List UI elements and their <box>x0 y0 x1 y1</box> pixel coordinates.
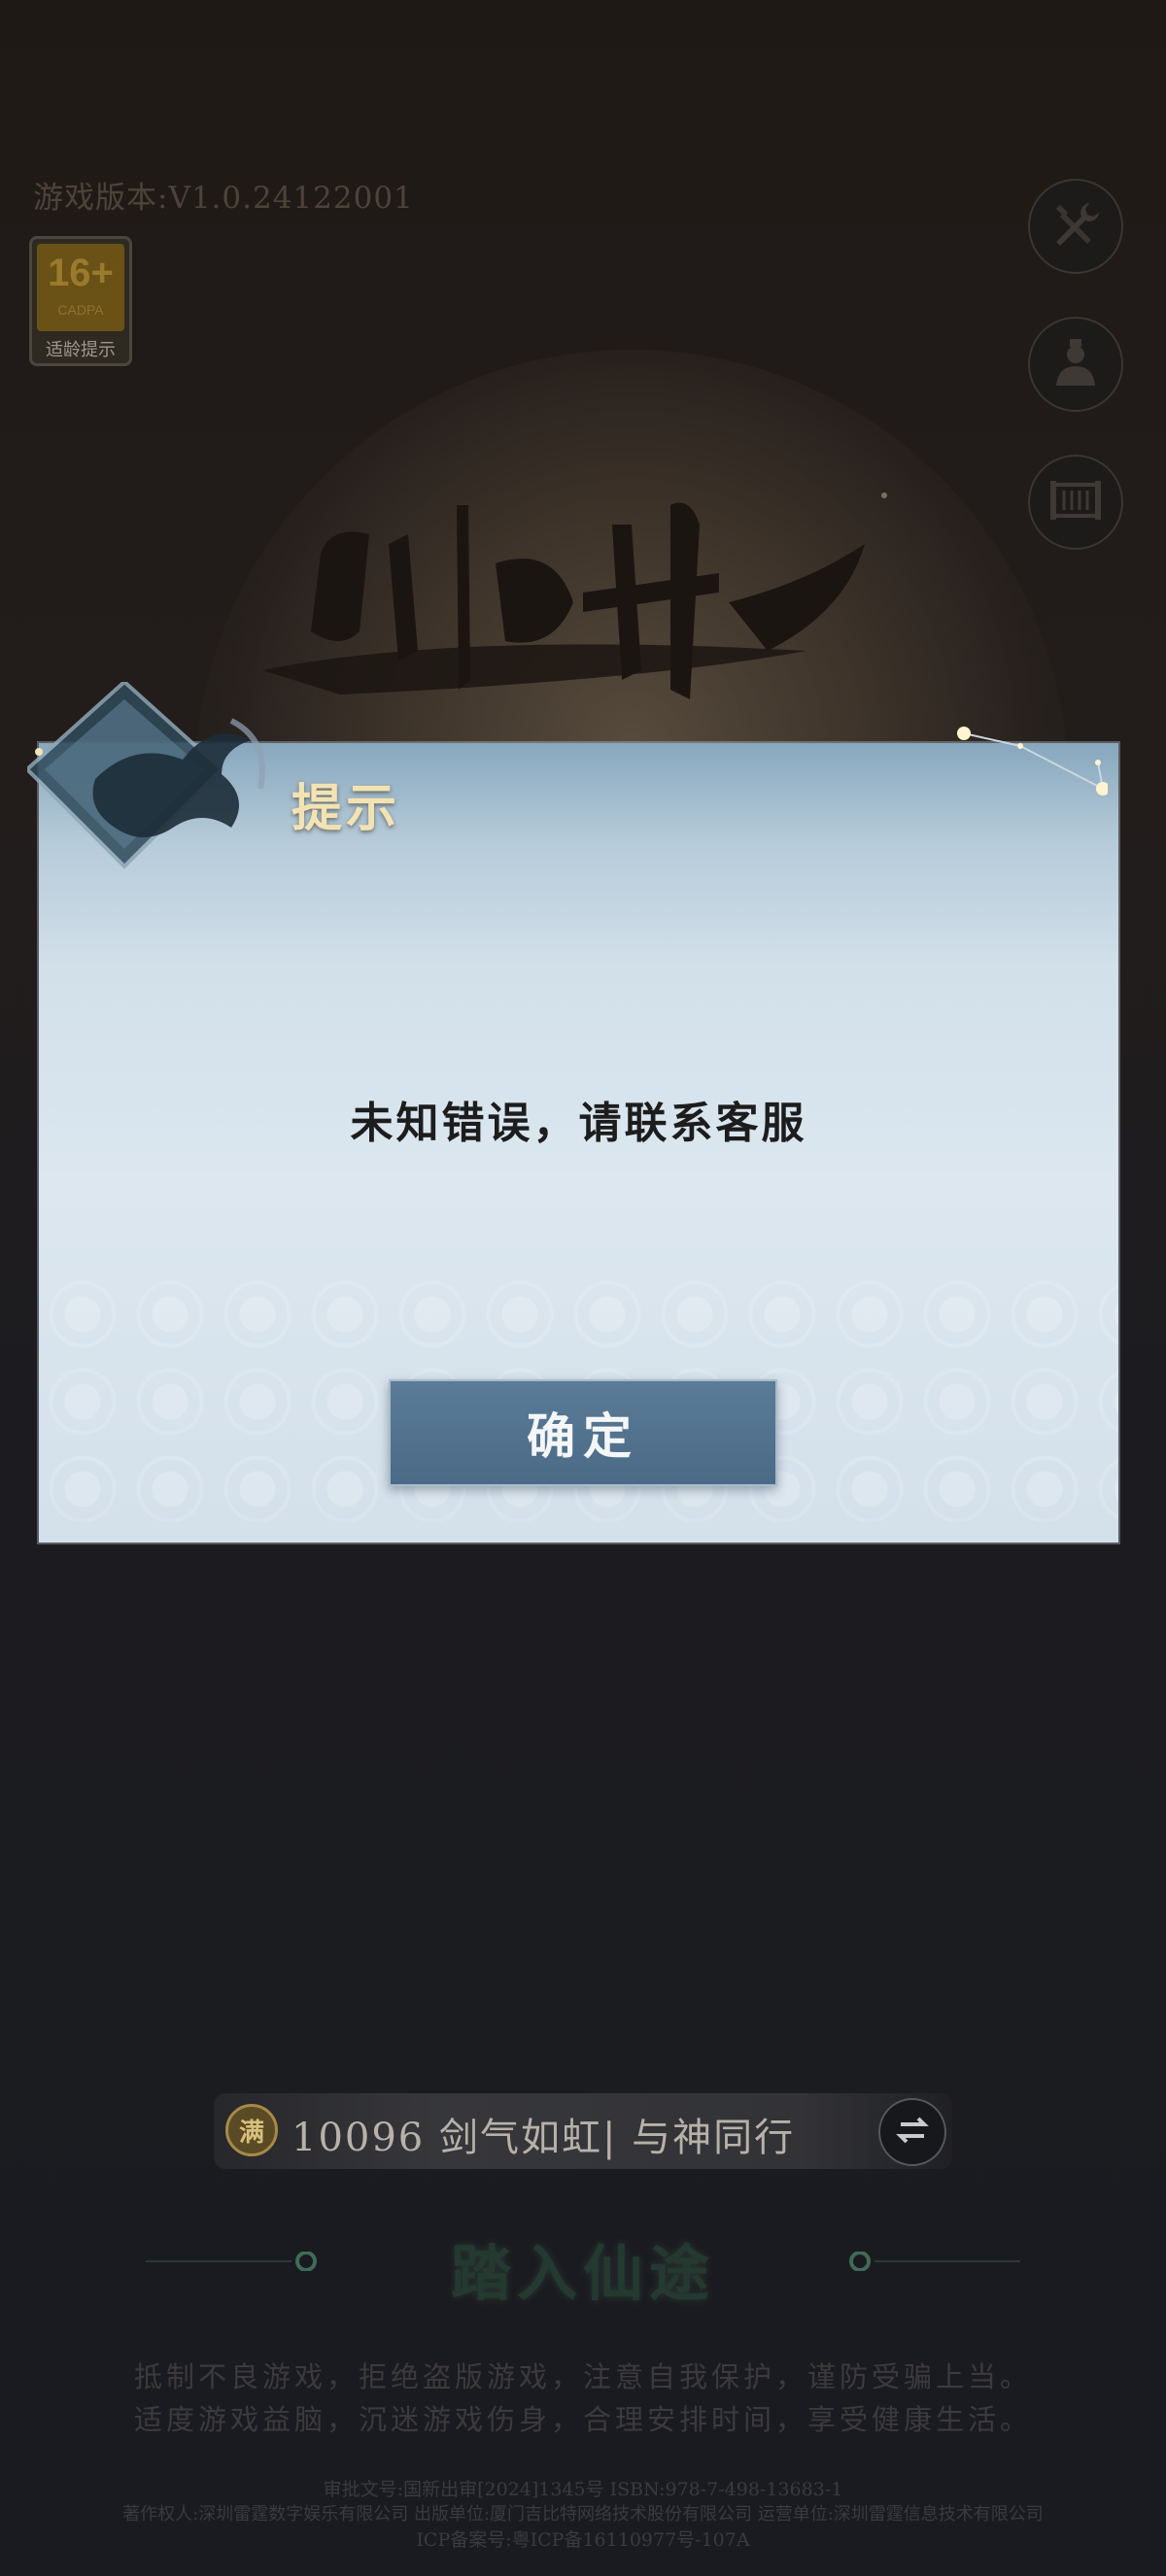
enter-left-ornament <box>146 2252 317 2271</box>
switch-server-button[interactable] <box>878 2098 946 2166</box>
game-version: 游戏版本:V1.0.24122001 <box>33 181 414 216</box>
confirm-button[interactable]: 确定 <box>389 1379 777 1486</box>
legal-approval: 审批文号:国新出审[2024]1345号 ISBN:978-7-498-1368… <box>323 2479 843 2500</box>
age-rating-mark: 16+ CADPA <box>37 244 124 331</box>
announcement-button[interactable] <box>1028 455 1123 550</box>
age-rating-org: CADPA <box>57 302 104 318</box>
server-name[interactable]: 10096 剑气如虹| 与神同行 <box>292 2106 795 2162</box>
age-rating-number: 16+ <box>48 252 114 294</box>
game-logo <box>262 492 887 699</box>
health-notice-line-2: 适度游戏益脑，沉迷游戏伤身，合理安排时间，享受健康生活。 <box>133 2403 1032 2436</box>
enter-game-label: 踏入仙途 <box>450 2238 715 2309</box>
server-status-icon: 满 <box>225 2104 278 2156</box>
account-button[interactable] <box>1028 317 1123 412</box>
legal-copyright: 著作权人:深圳雷霆数字娱乐有限公司 出版单位:厦门吉比特网络技术股份有限公司 运… <box>122 2504 1044 2525</box>
age-rating-badge[interactable]: 16+ CADPA 适龄提示 <box>29 236 132 366</box>
dialog-message: 未知错误，请联系客服 <box>350 1099 807 1148</box>
repair-tools-button[interactable] <box>1028 179 1123 274</box>
confirm-button-label: 确定 <box>527 1407 639 1465</box>
login-screen: { "version_label": "游戏版本:V1.0.24122001",… <box>0 0 1166 2576</box>
constellation-decoration <box>957 727 1108 796</box>
announcement-scroll-icon <box>1046 471 1105 533</box>
age-rating-tip: 适龄提示 <box>46 340 116 360</box>
enter-right-ornament <box>849 2252 1020 2271</box>
account-icon <box>1046 333 1105 395</box>
enter-game-button[interactable]: 踏入仙途 <box>146 2224 1020 2309</box>
health-notice-line-1: 抵制不良游戏，拒绝盗版游戏，注意自我保护，谨防受骗上当。 <box>133 2360 1032 2393</box>
dialog-title: 提示 <box>292 779 401 838</box>
dialog-emblem-icon <box>27 682 265 869</box>
tools-icon <box>1046 195 1105 257</box>
swap-arrows-icon <box>893 2111 932 2153</box>
legal-icp: ICP备案号:粤ICP备16110977号-107A <box>416 2529 750 2551</box>
